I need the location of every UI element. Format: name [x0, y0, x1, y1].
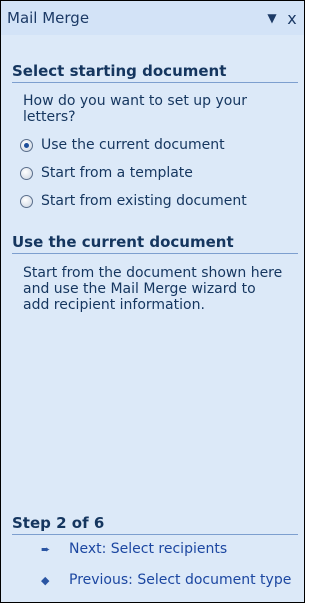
mail-merge-task-pane: Mail Merge ▼ x Select starting document …	[0, 0, 305, 603]
next-arrow-icon: ➨	[41, 542, 51, 556]
radio-start-from-existing-document[interactable]: Start from existing document	[20, 191, 247, 211]
select-starting-document-heading: Select starting document	[12, 62, 298, 83]
previous-link-label: Previous: Select document type	[69, 572, 292, 588]
task-pane-title: Mail Merge	[7, 9, 90, 27]
use-current-document-heading: Use the current document	[12, 233, 298, 254]
radio-button[interactable]	[20, 194, 33, 208]
next-link-label: Next: Select recipients	[69, 541, 228, 557]
use-current-document-description: Start from the document shown here and u…	[23, 265, 283, 313]
radio-start-from-template[interactable]: Start from a template	[20, 163, 193, 183]
previous-arrow-icon: ◆	[41, 573, 50, 587]
next-select-recipients-link[interactable]: ➨ Next: Select recipients	[41, 539, 227, 559]
radio-button-checked[interactable]	[20, 138, 33, 152]
radio-label: Start from a template	[41, 165, 193, 181]
radio-button[interactable]	[20, 166, 33, 180]
pane-menu-dropdown-icon[interactable]: ▼	[263, 7, 281, 29]
step-heading: Step 2 of 6	[12, 514, 298, 535]
radio-label: Use the current document	[41, 137, 225, 153]
task-pane-title-bar: Mail Merge ▼ x	[1, 1, 304, 35]
close-icon[interactable]: x	[283, 7, 301, 29]
radio-use-current-document[interactable]: Use the current document	[20, 135, 225, 155]
radio-label: Start from existing document	[41, 193, 247, 209]
setup-question: How do you want to set up your letters?	[23, 93, 247, 125]
previous-select-document-type-link[interactable]: ◆ Previous: Select document type	[41, 570, 291, 590]
